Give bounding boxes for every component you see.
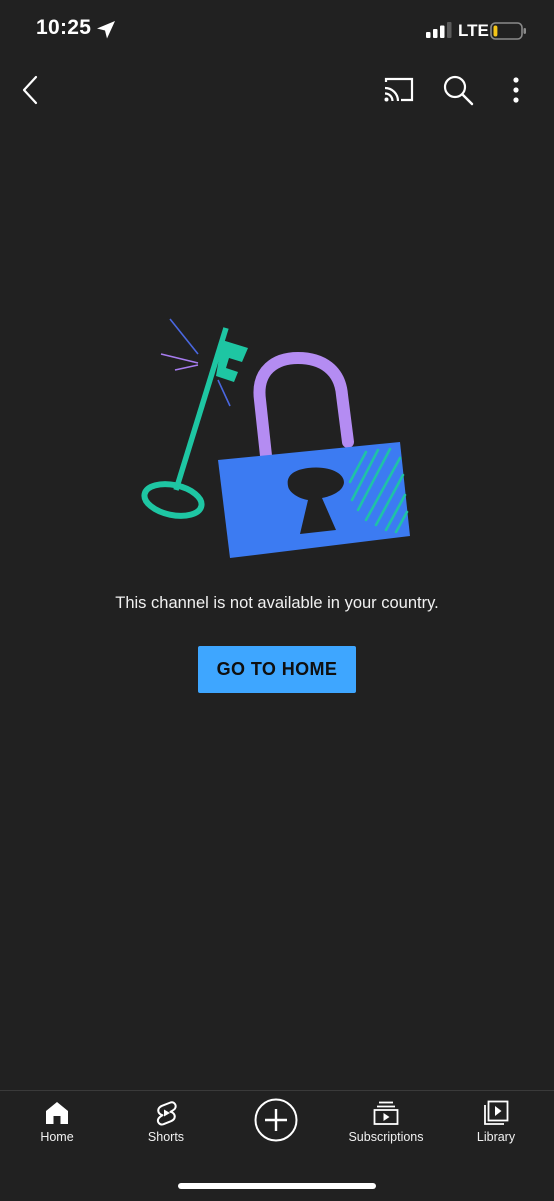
nav-label: Library <box>476 1130 516 1144</box>
key-and-padlock-illustration <box>141 318 410 558</box>
nav-item-library[interactable]: Library <box>441 1099 551 1159</box>
top-app-bar <box>0 62 554 118</box>
unavailable-message: This channel is not available in your co… <box>115 594 439 612</box>
search-icon[interactable] <box>441 73 475 107</box>
home-indicator <box>178 1183 376 1189</box>
spark-line <box>217 379 231 407</box>
library-icon <box>484 1100 509 1125</box>
nav-item-subscriptions[interactable]: Subscriptions <box>331 1099 441 1159</box>
padlock-body <box>218 442 410 558</box>
signal-bars-icon <box>426 22 452 38</box>
go-to-home-button[interactable]: GO TO HOME <box>198 646 356 693</box>
nav-label: Home <box>40 1130 74 1144</box>
status-bar: 10:25 LTE <box>0 0 554 60</box>
nav-item-create[interactable] <box>221 1097 331 1157</box>
home-icon <box>46 1102 68 1124</box>
nav-item-shorts[interactable]: Shorts <box>111 1099 221 1159</box>
spark-line <box>174 364 199 371</box>
shorts-icon <box>156 1101 177 1126</box>
spark-line <box>160 353 199 364</box>
location-arrow-icon <box>97 21 115 39</box>
battery-icon <box>490 22 526 40</box>
nav-label: Subscriptions <box>348 1130 424 1144</box>
subscriptions-icon <box>373 1101 399 1125</box>
network-type: LTE <box>458 21 489 40</box>
create-plus-icon <box>254 1098 298 1142</box>
more-vertical-icon[interactable] <box>503 74 529 106</box>
nav-item-home[interactable]: Home <box>2 1099 112 1159</box>
cast-icon[interactable] <box>382 74 416 104</box>
status-time: 10:25 <box>36 16 92 39</box>
nav-label: Shorts <box>147 1130 185 1144</box>
back-chevron-icon[interactable] <box>16 74 48 106</box>
spark-line <box>169 318 199 355</box>
